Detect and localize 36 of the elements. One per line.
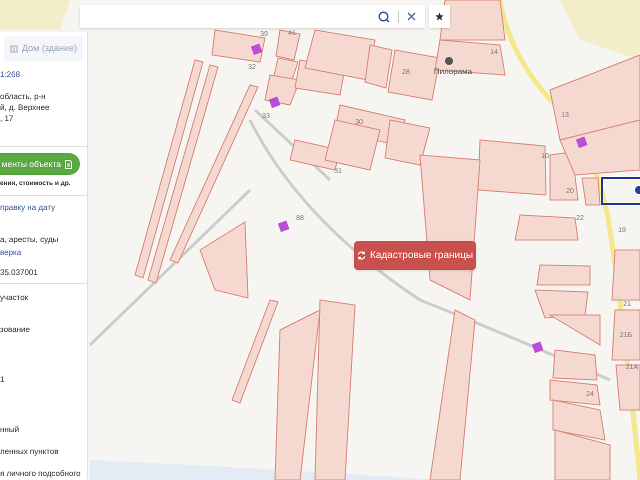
- poi-label: Пилорама: [434, 67, 472, 76]
- building-marker[interactable]: [576, 136, 588, 148]
- building-marker[interactable]: [250, 44, 262, 56]
- land-parcel[interactable]: [434, 39, 506, 76]
- location-marker[interactable]: [635, 186, 640, 194]
- building-marker[interactable]: [268, 96, 280, 108]
- date-link[interactable]: правку на дату: [0, 202, 87, 214]
- building-marker[interactable]: [278, 220, 290, 232]
- property-value: 1: [0, 374, 6, 386]
- cadastral-number: 1:268: [0, 69, 22, 82]
- refresh-icon: [356, 251, 366, 260]
- restrictions-text: а, аресты, суды: [0, 234, 60, 246]
- favorite-button[interactable]: [429, 5, 450, 28]
- property-value: ленных пунктов: [0, 446, 60, 458]
- building-tab[interactable]: Дом (здание): [4, 36, 83, 62]
- building-icon: [10, 44, 18, 53]
- cadastral-code: 35.037001: [0, 267, 39, 280]
- documents-button[interactable]: менты объекта: [0, 153, 80, 176]
- cadastral-borders-button[interactable]: Кадастровые границы: [354, 241, 476, 270]
- close-icon[interactable]: [407, 12, 416, 21]
- property-value: участок: [0, 292, 30, 304]
- search-icon[interactable]: [378, 10, 390, 22]
- sawmill-icon: [445, 57, 453, 65]
- property-value: я личного подсобного: [0, 468, 82, 480]
- property-value: зование: [0, 324, 31, 336]
- selected-parcel-outline[interactable]: [601, 177, 640, 205]
- building-marker[interactable]: [532, 342, 544, 354]
- property-value: нный: [0, 424, 20, 436]
- search-field[interactable]: [80, 5, 425, 28]
- check-link[interactable]: верка: [0, 247, 87, 260]
- address-text: область, р-н: [0, 91, 47, 102]
- document-icon: [65, 160, 72, 169]
- address-text: й, д. Верхнее: [0, 102, 50, 114]
- address-text: , 17: [0, 113, 14, 124]
- star-icon: [435, 12, 444, 21]
- field-area: [0, 0, 70, 30]
